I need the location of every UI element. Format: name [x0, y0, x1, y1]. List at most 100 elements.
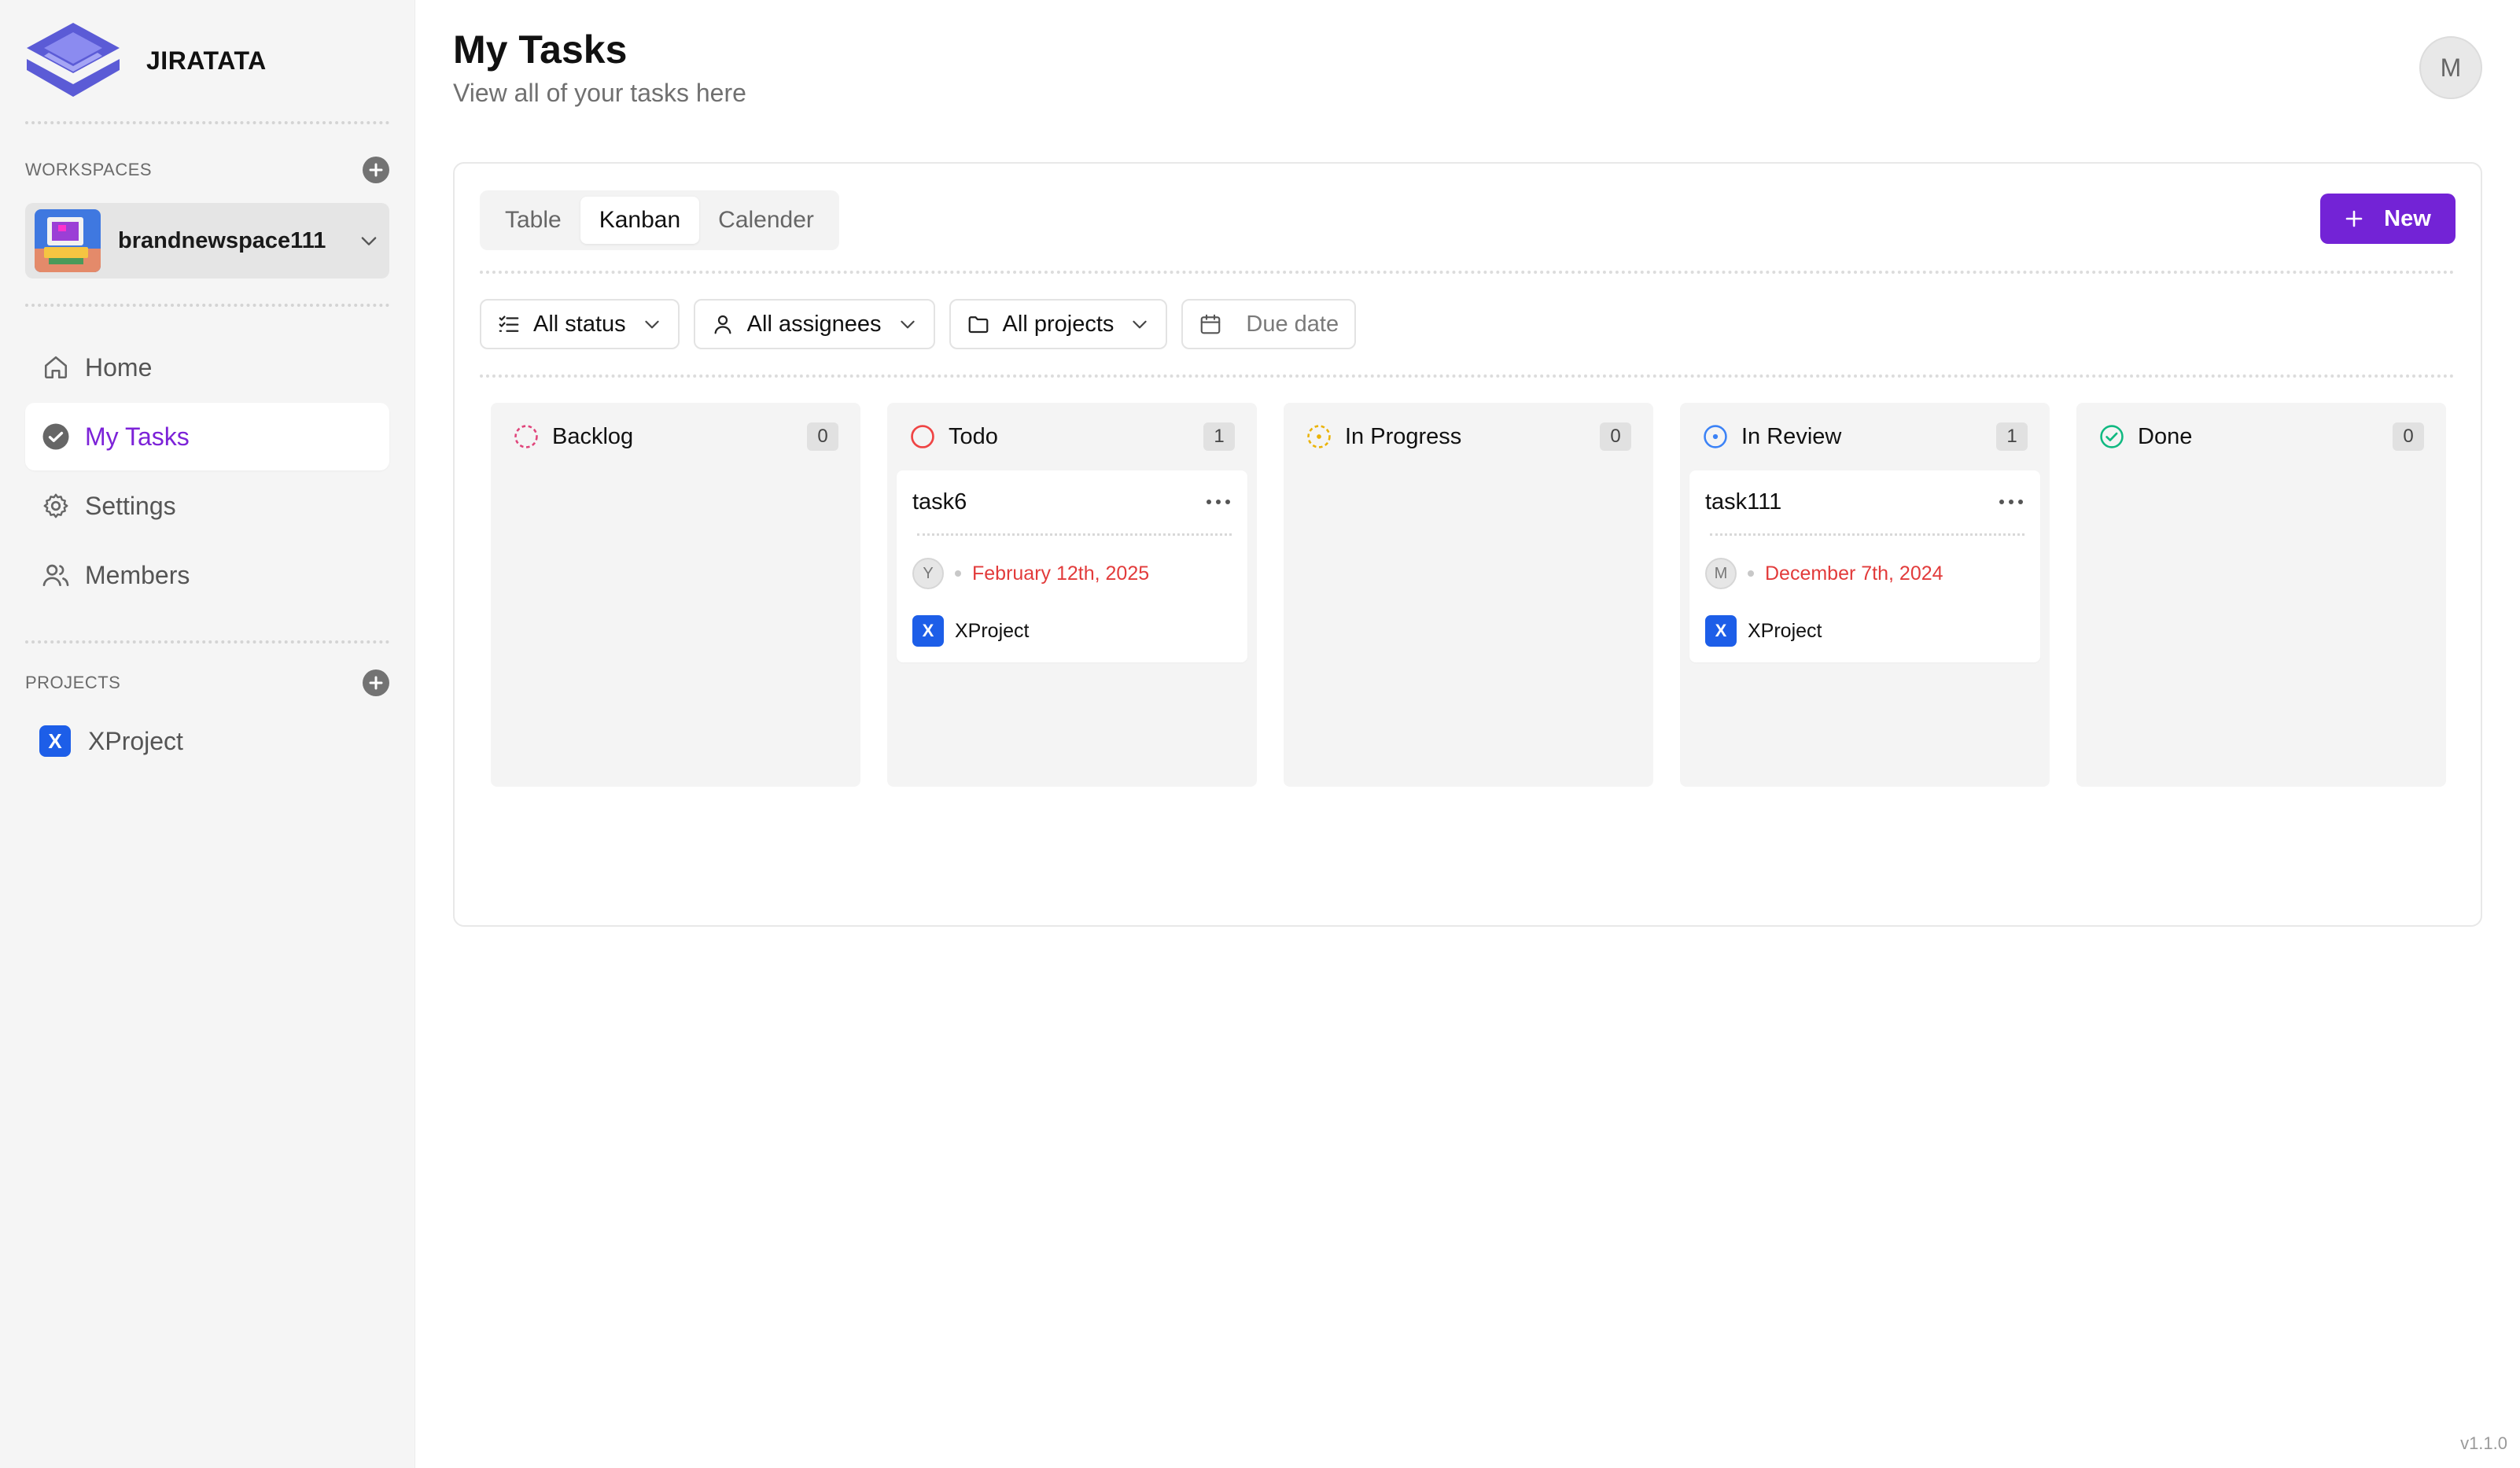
divider [25, 640, 389, 644]
backlog-status-icon [514, 425, 538, 448]
column-backlog: Backlog 0 [491, 403, 860, 787]
task-card-header: task111 [1705, 470, 2024, 533]
nav-item-members[interactable]: Members [25, 541, 389, 609]
task-due-date: December 7th, 2024 [1765, 562, 1943, 585]
column-title: In Review [1741, 423, 1842, 449]
chevron-down-icon [1133, 320, 1148, 329]
chevron-down-icon [645, 320, 659, 329]
column-in-progress: In Progress 0 [1284, 403, 1653, 787]
tab-calender[interactable]: Calender [699, 197, 833, 244]
tab-table[interactable]: Table [486, 197, 580, 244]
task-title: task6 [912, 489, 967, 515]
projects-header: PROJECTS [25, 667, 389, 699]
column-title: Todo [949, 423, 998, 449]
done-status-icon [2100, 425, 2124, 448]
task-card[interactable]: task111 M December 7th, 2024 X XProject [1689, 470, 2040, 662]
due-date-filter[interactable]: Due date [1181, 299, 1357, 349]
column-header: In Progress 0 [1293, 403, 1644, 470]
assignee-avatar: M [1705, 558, 1737, 589]
sidebar-project-item[interactable]: X XProject [25, 710, 389, 773]
column-count-badge: 0 [807, 422, 838, 451]
assignees-filter-label: All assignees [746, 311, 882, 337]
jiratata-logo-icon [27, 23, 120, 97]
column-title: Done [2138, 423, 2193, 449]
workspace-switcher[interactable]: brandnewspace111 [25, 203, 389, 278]
todo-status-icon [911, 425, 934, 448]
check-circle-icon [41, 422, 71, 452]
add-project-button[interactable] [363, 669, 389, 696]
home-icon [41, 352, 71, 382]
column-header: Todo 1 [897, 403, 1247, 470]
column-in-review: In Review 1 task111 M December 7th, 2024 [1680, 403, 2050, 787]
app-version: v1.1.0 [2460, 1433, 2507, 1453]
projects-title: PROJECTS [25, 673, 121, 692]
workspaces-title: WORKSPACES [25, 160, 153, 179]
page-subtitle: View all of your tasks here [453, 79, 746, 107]
separator-dot [955, 570, 961, 577]
workspace-image-icon [35, 209, 101, 272]
nav-item-label: Members [85, 560, 190, 589]
nav-item-label: My Tasks [85, 422, 190, 451]
chevron-down-icon [361, 237, 377, 245]
chevron-down-icon [900, 320, 915, 329]
list-checks-icon [499, 315, 519, 332]
projects-filter[interactable]: All projects [949, 299, 1168, 349]
status-filter[interactable]: All status [480, 299, 680, 349]
user-icon [714, 315, 731, 334]
more-options-icon[interactable] [1998, 498, 2024, 506]
projects-filter-label: All projects [1002, 311, 1114, 337]
tasks-panel: Table Kanban Calender New All status All… [453, 162, 2482, 927]
plus-icon [369, 163, 383, 177]
nav-item-label: Settings [85, 491, 176, 520]
more-options-icon[interactable] [1205, 498, 1232, 506]
tab-kanban[interactable]: Kanban [580, 197, 700, 244]
status-filter-label: All status [533, 311, 626, 337]
nav-item-home[interactable]: Home [25, 334, 389, 401]
nav-item-my-tasks[interactable]: My Tasks [25, 403, 389, 470]
divider [480, 271, 2456, 274]
main-nav: Home My Tasks Settings Members [25, 334, 389, 609]
column-header: In Review 1 [1689, 403, 2040, 470]
plus-icon [2345, 210, 2363, 227]
calendar-icon [1201, 314, 1221, 334]
main-content: My Tasks View all of your tasks here M T… [415, 0, 2520, 1468]
column-count-badge: 0 [1600, 422, 1631, 451]
new-task-label: New [2384, 205, 2431, 231]
task-due-date: February 12th, 2025 [972, 562, 1150, 585]
view-tabs: Table Kanban Calender [480, 190, 839, 250]
brand[interactable]: JIRATATA [25, 0, 389, 121]
project-name: XProject [955, 619, 1030, 642]
project-name: XProject [1748, 619, 1822, 642]
user-avatar[interactable]: M [2419, 36, 2482, 99]
project-badge: X [39, 725, 71, 757]
column-header: Done 0 [2086, 403, 2437, 470]
page-title: My Tasks [453, 28, 628, 72]
task-card-header: task6 [912, 470, 1232, 533]
assignee-avatar: Y [912, 558, 944, 589]
task-meta: Y February 12th, 2025 [912, 536, 1232, 611]
workspace-name: brandnewspace111 [118, 227, 326, 253]
task-title: task111 [1705, 489, 1782, 515]
separator-dot [1748, 570, 1754, 577]
sidebar: JIRATATA WORKSPACES brandnewspace111 Hom… [0, 0, 415, 1468]
assignees-filter[interactable]: All assignees [693, 299, 935, 349]
task-card[interactable]: task6 Y February 12th, 2025 X XProject [897, 470, 1247, 662]
task-meta: M December 7th, 2024 [1705, 536, 2024, 611]
new-task-button[interactable]: New [2320, 194, 2456, 244]
column-count-badge: 0 [2393, 422, 2424, 451]
column-title: Backlog [552, 423, 634, 449]
in-progress-status-icon [1307, 425, 1331, 448]
add-workspace-button[interactable] [363, 157, 389, 183]
folder-icon [968, 316, 988, 334]
project-badge: X [1705, 615, 1737, 647]
task-project: X XProject [1705, 611, 2024, 651]
users-icon [41, 560, 71, 590]
nav-item-settings[interactable]: Settings [25, 472, 389, 540]
project-badge: X [912, 615, 944, 647]
workspace-avatar [35, 209, 101, 272]
filter-bar: All status All assignees All projects Du… [480, 299, 1357, 349]
divider [25, 121, 389, 124]
project-name: XProject [88, 726, 183, 755]
column-count-badge: 1 [1203, 422, 1235, 451]
due-date-filter-label: Due date [1246, 311, 1339, 337]
